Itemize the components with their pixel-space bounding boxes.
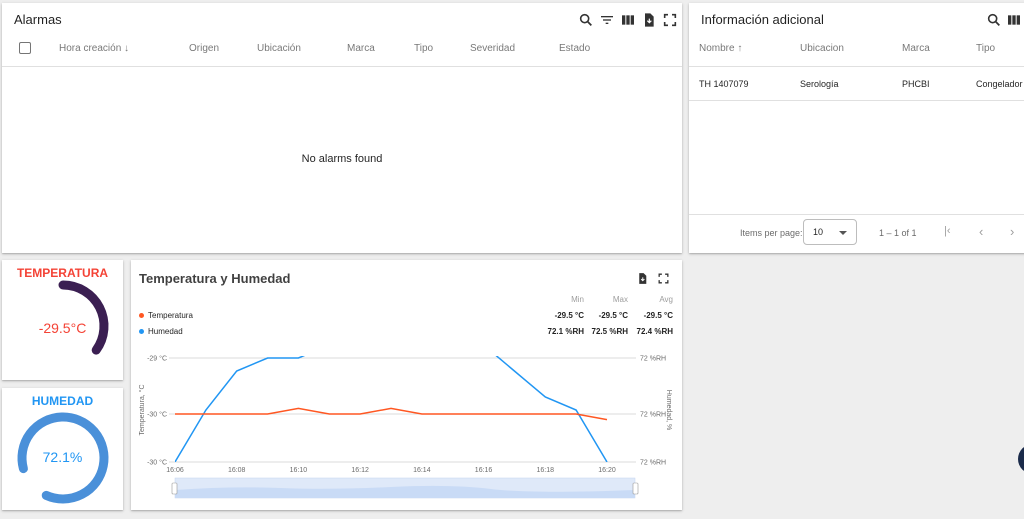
info-title: Información adicional bbox=[701, 12, 824, 27]
alarms-card: Alarmas Hora creación ↓ Origen Ubicación… bbox=[2, 3, 682, 253]
chart-card: Temperatura y Humedad Min Max Avg Temper… bbox=[131, 260, 682, 510]
x-tick-label: 16:20 bbox=[598, 467, 616, 474]
select-all-checkbox[interactable] bbox=[19, 42, 31, 54]
y2-tick-label: 72 %RH bbox=[640, 356, 666, 363]
column-header-marca[interactable]: Marca bbox=[902, 43, 930, 54]
cell-marca: PHCBI bbox=[902, 79, 930, 89]
range-label: 1 – 1 of 1 bbox=[879, 228, 917, 238]
y-axis-label: Temperatura, °C bbox=[138, 384, 146, 435]
humidity-value: 72.1% bbox=[42, 449, 83, 465]
range-handle-left[interactable] bbox=[171, 482, 178, 495]
columns-icon[interactable] bbox=[1006, 12, 1022, 28]
time-range-slider[interactable] bbox=[171, 477, 639, 499]
cell-tipo: Congelador bbox=[976, 79, 1023, 89]
humidity-gauge-card: HUMEDAD 72.1% bbox=[2, 388, 123, 510]
dropdown-arrow-icon bbox=[839, 231, 847, 235]
first-page-icon[interactable]: |‹ bbox=[944, 225, 951, 237]
sort-arrow-up-icon: ↑ bbox=[737, 43, 743, 54]
empty-message: No alarms found bbox=[301, 153, 383, 165]
alarms-title: Alarmas bbox=[14, 12, 62, 27]
column-header-tipo[interactable]: Tipo bbox=[976, 43, 995, 54]
y-tick-label: -30 °C bbox=[147, 459, 167, 467]
export-icon[interactable] bbox=[641, 12, 657, 28]
filter-icon[interactable] bbox=[599, 12, 615, 28]
x-tick-label: 16:12 bbox=[351, 467, 369, 474]
column-header-ubicacion[interactable]: Ubicación bbox=[257, 43, 301, 54]
line-chart: Temperatura, °C Humedad, % -29 °C 72 %RH -… bbox=[138, 355, 672, 499]
sort-arrow-down-icon: ↓ bbox=[124, 43, 130, 54]
divider bbox=[689, 100, 1024, 101]
column-header-hora-creacion[interactable]: Hora creación ↓ bbox=[59, 43, 129, 54]
floating-action-button[interactable] bbox=[1018, 444, 1024, 474]
x-tick-label: 16:18 bbox=[537, 467, 555, 474]
fullscreen-icon[interactable] bbox=[662, 12, 678, 28]
column-header-marca[interactable]: Marca bbox=[347, 43, 375, 54]
search-icon[interactable] bbox=[578, 12, 594, 28]
next-page-icon[interactable]: › bbox=[1010, 224, 1014, 239]
y-tick-label: -30 °C bbox=[147, 411, 167, 419]
column-header-severidad[interactable]: Severidad bbox=[470, 43, 515, 54]
column-header-origen[interactable]: Origen bbox=[189, 43, 219, 54]
column-header-ubicacion[interactable]: Ubicacion bbox=[800, 43, 844, 54]
y-tick-label: -29 °C bbox=[147, 355, 167, 363]
column-header-tipo[interactable]: Tipo bbox=[414, 43, 433, 54]
x-tick-label: 16:10 bbox=[290, 467, 308, 474]
columns-icon[interactable] bbox=[620, 12, 636, 28]
range-handle-right[interactable] bbox=[632, 482, 639, 495]
temperature-arc bbox=[58, 280, 109, 355]
x-tick-label: 16:08 bbox=[228, 467, 246, 474]
temperature-gauge-card: TEMPERATURA -29.5°C bbox=[2, 260, 123, 380]
table-row[interactable]: TH 1407079 Serología PHCBI Congelador bbox=[689, 66, 1024, 100]
info-card: Información adicional Nombre ↑ Ubicacion… bbox=[689, 3, 1024, 253]
cell-ubicacion: Serología bbox=[800, 79, 839, 89]
divider bbox=[689, 214, 1024, 215]
previous-page-icon[interactable]: ‹ bbox=[979, 224, 983, 239]
items-per-page-select[interactable]: 10 bbox=[803, 219, 857, 245]
y2-tick-label: 72 %RH bbox=[640, 412, 666, 419]
column-header-estado[interactable]: Estado bbox=[559, 43, 590, 54]
cell-nombre: TH 1407079 bbox=[699, 79, 749, 89]
items-per-page-label: Items per page: bbox=[740, 228, 803, 238]
divider bbox=[2, 66, 682, 67]
column-header-nombre[interactable]: Nombre ↑ bbox=[699, 43, 742, 54]
y2-axis-label: Humedad, % bbox=[665, 390, 672, 430]
temperature-value: -29.5°C bbox=[38, 320, 87, 336]
x-tick-label: 16:16 bbox=[475, 467, 493, 474]
x-tick-label: 16:06 bbox=[166, 467, 184, 474]
series-line-humedad bbox=[175, 356, 608, 462]
x-tick-label: 16:14 bbox=[413, 467, 431, 474]
y2-tick-label: 72 %RH bbox=[640, 460, 666, 467]
search-icon[interactable] bbox=[986, 12, 1002, 28]
